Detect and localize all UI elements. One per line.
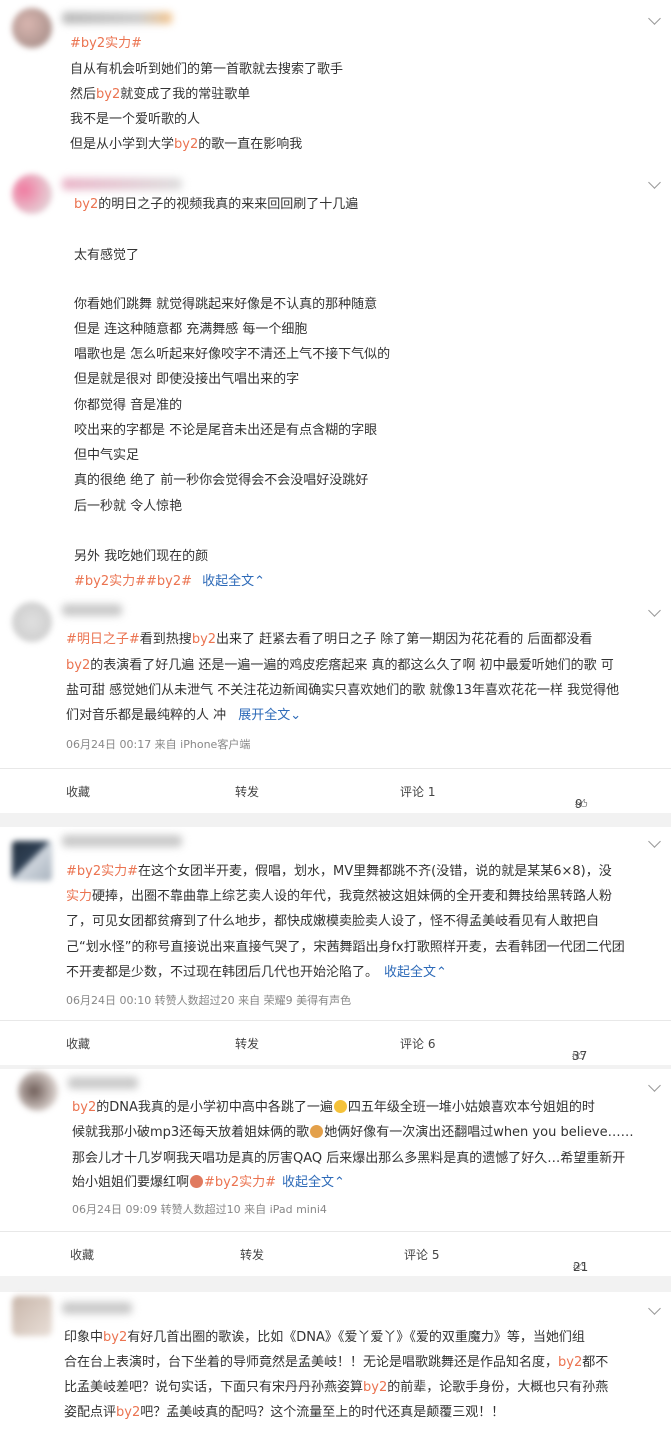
comment-button[interactable]: 评论 5: [404, 1246, 439, 1263]
favorite-button[interactable]: 收藏: [66, 783, 90, 800]
post-1: #by2实力# 自从有机会听到她们的第一首歌就去搜索了歌手 然后by2就变成了我…: [0, 0, 671, 170]
collapse-link[interactable]: 收起全文: [384, 965, 436, 980]
action-bar: 收藏 转发 评论 5 👍︎ 21: [0, 1231, 671, 1277]
post-text-line: 但是 连这种随意都 充满舞感 每一个细胞: [74, 322, 308, 337]
chevron-down-icon[interactable]: [648, 176, 661, 189]
post-text-line: 唱歌也是 怎么听起来好像咬字不清还上气不接下气似的: [74, 347, 391, 362]
chevron-down-icon[interactable]: [648, 835, 661, 848]
post-text-line: 真的很绝 绝了 前一秒你会觉得会不会没唱好没跳好: [74, 473, 369, 488]
post-meta: 06月24日 09:09 转赞人数超过10 来自 iPad mini4: [72, 1203, 327, 1216]
post-text-line: 但是就是很对 即使没接出气唱出来的字: [74, 372, 300, 387]
post-text-line: 但中气实足: [74, 448, 140, 463]
post-text-line: by2的表演看了好几遍 还是一遍一遍的鸡皮疙瘩起来 真的都这么久了啊 初中最爱听…: [66, 658, 614, 673]
post-text-line: 不开麦都是少数，不过现在韩团后几代也开始沦陷了。 收起全文⌃: [66, 965, 447, 980]
username[interactable]: [62, 12, 172, 24]
post-text-line: 太有感觉了: [74, 248, 140, 263]
post-text-line: 姿配点评by2吧？孟美岐真的配吗？这个流量至上的时代还真是颠覆三观！！: [64, 1405, 505, 1420]
post-text-line: 那会儿才十几岁啊我天唱功是真的厉害QAQ 后来爆出那么多黑料是真的遗憾了好久…希…: [72, 1151, 626, 1166]
avatar[interactable]: [18, 1071, 58, 1111]
username[interactable]: [62, 178, 182, 190]
post-text-line: 印象中by2有好几首出圈的歌诶，比如《DNA》《爱丫爱丫》《爱的双重魔力》等，当…: [64, 1330, 585, 1345]
post-text-line: 你看她们跳舞 就觉得跳起来好像是不认真的那种随意: [74, 297, 378, 312]
post-text-line: 你都觉得 音是准的: [74, 398, 183, 413]
post-meta: 06月24日 00:10 转赞人数超过20 来自 荣耀9 美得有声色: [66, 994, 352, 1007]
post-6: 印象中by2有好几首出圈的歌诶，比如《DNA》《爱丫爱丫》《爱的双重魔力》等，当…: [0, 1292, 671, 1433]
username[interactable]: [68, 1077, 138, 1089]
by2-mention: by2: [74, 197, 99, 212]
post-text-line: 比孟美岐差吧？说句实话，下面只有宋丹丹孙燕姿算by2的前辈，论歌手身份，大概也只…: [64, 1380, 609, 1395]
post-text-line: #by2实力#在这个女团半开麦，假唱，划水，MV里舞都跳不齐(没错，说的就是某某…: [66, 864, 612, 879]
by2-mention: by2: [174, 137, 199, 152]
post-text-line: 咬出来的字都是 不论是尾音未出还是有点含糊的字眼: [74, 423, 378, 438]
post-5: by2的DNA我真的是小学初中高中各跳了一遍 四五年级全班一堆小姑娘喜欢本兮姐姐的…: [0, 1069, 671, 1234]
username[interactable]: [62, 835, 182, 847]
comment-button[interactable]: 评论 1: [400, 783, 435, 800]
avatar[interactable]: [12, 8, 52, 48]
action-bar: 收藏 转发 评论 6 👍︎ 37: [0, 1020, 671, 1066]
separator: [0, 1276, 671, 1292]
by2-mention: by2: [96, 87, 121, 102]
post-text-line: by2的DNA我真的是小学初中高中各跳了一遍 四五年级全班一堆小姑娘喜欢本兮姐姐的…: [72, 1100, 595, 1115]
post-text-line: 我不是一个爱听歌的人: [70, 112, 201, 127]
post-text-line: #明日之子#看到热搜by2出来了 赶紧去看了明日之子 除了第一期因为花花看的 后…: [66, 632, 593, 647]
post-text-line: by2的明日之子的视频我真的来来回回刷了十几遍: [74, 197, 359, 212]
hashtag[interactable]: #by2实力#: [70, 36, 142, 52]
chevron-up-icon[interactable]: ⌃: [334, 1175, 345, 1190]
post-text-line: 了，可见女团都贫瘠到了什么地步，都快成嫩模卖脸卖人设了，怪不得孟美岐看见有人敢把…: [66, 914, 600, 929]
post-text-line: 另外 我吃她们现在的颜: [74, 549, 209, 564]
post-text-line: 后一秒就 令人惊艳: [74, 499, 183, 514]
post-text-line: 实力硬捧，出圈不靠曲靠上综艺卖人设的年代，我竟然被这姐妹俩的全开麦和舞技给黑转路…: [66, 889, 613, 904]
hashtag-link[interactable]: #by2实力#: [66, 864, 138, 879]
post-text-line: 合在台上表演时，台下坐着的导师竟然是孟美岐！！无论是唱歌跳舞还是作品知名度，by…: [64, 1355, 609, 1370]
chevron-up-icon[interactable]: ⌃: [436, 965, 447, 980]
favorite-button[interactable]: 收藏: [66, 1035, 90, 1052]
separator: [0, 813, 671, 827]
face-emoji-icon: [190, 1175, 204, 1188]
post-text-line: 候就我那小破mp3还每天放着姐妹俩的歌 她俩好像有一次演出还翻唱过when you…: [72, 1125, 634, 1140]
chevron-down-icon[interactable]: [648, 12, 661, 25]
hashtags[interactable]: #by2实力##by2# 收起全文⌃: [74, 574, 265, 590]
hashtag-link[interactable]: #明日之子#: [66, 632, 140, 647]
repost-button[interactable]: 转发: [235, 1035, 259, 1052]
post-text-line: 然后by2就变成了我的常驻歌单: [70, 87, 251, 102]
laugh-emoji-icon: [333, 1100, 347, 1113]
repost-button[interactable]: 转发: [235, 783, 259, 800]
post-text-line: 自从有机会听到她们的第一首歌就去搜索了歌手: [70, 62, 344, 77]
expand-link[interactable]: 展开全文: [238, 708, 290, 723]
post-4: #by2实力#在这个女团半开麦，假唱，划水，MV里舞都跳不齐(没错，说的就是某某…: [0, 827, 671, 1022]
avatar[interactable]: [12, 841, 52, 881]
chevron-down-icon[interactable]: ⌄: [290, 708, 301, 723]
hashtag-link[interactable]: #by2实力#: [204, 1175, 276, 1190]
avatar[interactable]: [12, 174, 52, 214]
collapse-link[interactable]: 收起全文: [282, 1175, 334, 1190]
cry-emoji-icon: [310, 1125, 324, 1138]
post-text-line: 始小姐姐们要爆红啊 #by2实力# 收起全文⌃: [72, 1175, 345, 1190]
chevron-down-icon[interactable]: [648, 604, 661, 617]
username[interactable]: [62, 1302, 132, 1314]
post-text-line: 己“划水怪”的称号直接说出来直接气哭了，宋茜舞蹈出身fx打歌照样开麦，去看韩团一…: [66, 940, 625, 955]
repost-button[interactable]: 转发: [240, 1246, 264, 1263]
collapse-link[interactable]: 收起全文: [202, 574, 254, 589]
chevron-down-icon[interactable]: [648, 1302, 661, 1315]
hashtag-link[interactable]: #by2实力##by2#: [74, 574, 192, 589]
comment-button[interactable]: 评论 6: [400, 1035, 435, 1052]
post-text-line: 们对音乐都是最纯粹的人 冲 展开全文⌄: [66, 708, 302, 723]
username[interactable]: [62, 604, 122, 616]
favorite-button[interactable]: 收藏: [70, 1246, 94, 1263]
avatar[interactable]: [12, 602, 52, 642]
post-text-line: 但是从小学到大学by2的歌一直在影响我: [70, 137, 303, 152]
chevron-up-icon[interactable]: ⌃: [254, 574, 265, 589]
post-2: by2的明日之子的视频我真的来来回回刷了十几遍 太有感觉了 你看她们跳舞 就觉得…: [0, 172, 671, 592]
post-meta: 06月24日 00:17 来自 iPhone客户端: [66, 738, 251, 751]
chevron-down-icon[interactable]: [648, 1079, 661, 1092]
post-text-line: 盐可甜 感觉她们从未泄气 不关注花边新闻确实只喜欢她们的歌 就像13年喜欢花花一…: [66, 683, 620, 698]
action-bar: 收藏 转发 评论 1 👍︎ 9: [0, 768, 671, 814]
avatar[interactable]: [12, 1296, 52, 1336]
